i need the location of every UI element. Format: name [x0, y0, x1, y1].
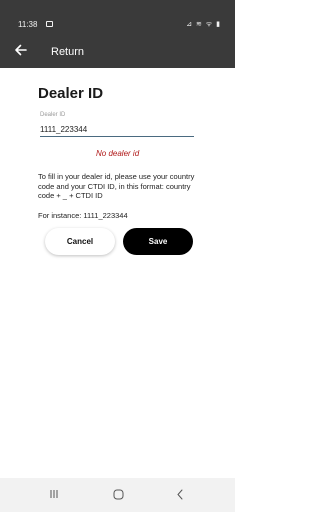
- error-message: No dealer id: [96, 149, 140, 158]
- status-bar: 11:38 ⊿ ≋ ᯤ ▮: [0, 0, 235, 38]
- status-indicators: ⊿ ≋ ᯤ ▮: [186, 21, 221, 28]
- app-bar: Return: [0, 38, 235, 68]
- back-icon[interactable]: [175, 489, 185, 500]
- help-text: To fill in your dealer id, please use yo…: [38, 172, 195, 200]
- status-time: 11:38: [18, 20, 38, 29]
- app-bar-title: Return: [51, 46, 85, 58]
- example-text: For instance: 1111_223344: [38, 211, 128, 220]
- dealer-id-input-underline: [40, 136, 194, 137]
- message-notification-icon: [46, 21, 53, 27]
- system-nav-bar: [0, 478, 235, 512]
- page-title: Dealer ID: [38, 85, 104, 102]
- arrow-left-icon[interactable]: [14, 43, 28, 57]
- home-icon[interactable]: [113, 489, 124, 500]
- save-button[interactable]: Save: [123, 228, 193, 255]
- recents-icon[interactable]: [49, 489, 59, 499]
- cancel-button[interactable]: Cancel: [45, 228, 115, 255]
- dealer-id-input[interactable]: 1111_223344: [40, 125, 87, 134]
- dealer-id-form: Dealer ID Dealer ID 1111_223344 No deale…: [0, 68, 235, 478]
- dealer-id-field-label: Dealer ID: [40, 112, 66, 118]
